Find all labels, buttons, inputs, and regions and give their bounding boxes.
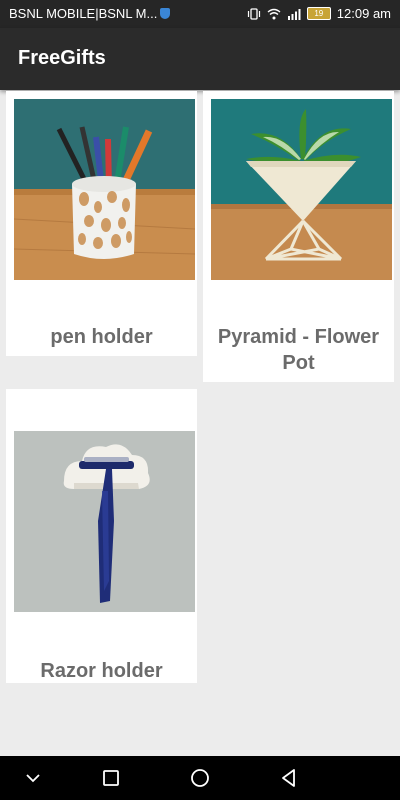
status-bar: BSNL MOBILE|BSNL M... 19 12:09 am bbox=[0, 0, 400, 28]
recent-apps-square-icon[interactable] bbox=[101, 768, 121, 788]
item-title-pyramid-flower-pot: Pyramid - Flower Pot bbox=[217, 326, 380, 374]
item-card-pyramid-flower-pot[interactable]: Pyramid - Flower Pot bbox=[203, 91, 394, 382]
battery-level: 19 bbox=[314, 9, 324, 18]
item-title-razor-holder: Razor holder bbox=[40, 660, 163, 682]
signal-icon bbox=[287, 8, 301, 20]
wifi-icon bbox=[267, 8, 281, 19]
item-card-razor-holder[interactable]: Razor holder bbox=[6, 389, 197, 683]
hide-nav-chevron-down-icon[interactable] bbox=[23, 768, 43, 788]
home-circle-icon[interactable] bbox=[190, 768, 210, 788]
app-title: FreeGifts bbox=[18, 47, 106, 69]
carrier-label: BSNL MOBILE|BSNL M... bbox=[9, 6, 158, 21]
back-triangle-icon[interactable] bbox=[279, 768, 299, 788]
item-image-pyramid-flower-pot bbox=[211, 99, 392, 280]
status-right: 19 12:09 am bbox=[247, 6, 391, 21]
vibrate-icon bbox=[247, 7, 260, 20]
clock: 12:09 am bbox=[336, 6, 391, 21]
item-image-pen-holder bbox=[14, 99, 195, 280]
item-card-pen-holder[interactable]: pen holder bbox=[6, 91, 197, 356]
item-title-pen-holder: pen holder bbox=[50, 326, 153, 348]
item-image-razor-holder bbox=[14, 431, 195, 612]
vpn-shield-icon bbox=[160, 8, 171, 19]
status-left: BSNL MOBILE|BSNL M... bbox=[9, 6, 171, 21]
navigation-bar bbox=[0, 756, 400, 800]
app-bar: FreeGifts bbox=[0, 28, 400, 90]
battery-icon: 19 bbox=[306, 7, 331, 20]
